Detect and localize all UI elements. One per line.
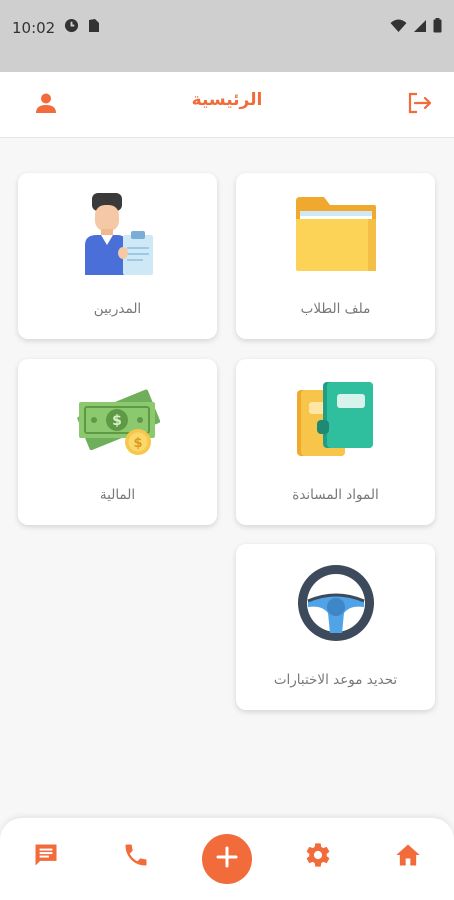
data-saver-icon (64, 18, 79, 37)
home-icon (394, 841, 422, 873)
card-trainers[interactable]: المدربين (18, 173, 217, 339)
nav-settings-button[interactable] (301, 840, 335, 874)
card-materials[interactable]: المواد المساندة (236, 359, 435, 525)
add-icon (216, 846, 238, 872)
app-header: الرئيسية (0, 72, 454, 138)
steering-wheel-icon (294, 561, 378, 649)
trainer-icon (79, 191, 157, 281)
phone-icon (122, 841, 150, 873)
settings-icon (304, 841, 332, 873)
svg-text:$: $ (112, 413, 122, 429)
card-label: ملف الطلاب (300, 301, 371, 317)
card-students[interactable]: ملف الطلاب (236, 173, 435, 339)
card-label: المدربين (93, 301, 142, 317)
bottom-nav (0, 818, 454, 900)
sim-card-icon (88, 18, 100, 37)
status-bar: 10:02 (0, 0, 454, 72)
folder-icon (294, 195, 378, 277)
books-icon (295, 380, 377, 464)
cell-signal-icon (413, 19, 427, 37)
battery-icon (433, 18, 442, 37)
logout-button[interactable] (406, 91, 434, 119)
add-button[interactable] (202, 834, 252, 884)
svg-text:$: $ (133, 436, 142, 451)
nav-phone-button[interactable] (119, 840, 153, 874)
card-label: المالية (99, 487, 136, 503)
card-exams[interactable]: تحديد موعد الاختبارات (236, 544, 435, 710)
nav-home-button[interactable] (391, 840, 425, 874)
chat-icon (32, 841, 60, 873)
status-left: 10:02 (12, 18, 100, 37)
status-right (390, 18, 442, 37)
status-time: 10:02 (12, 18, 56, 37)
card-finance[interactable]: $ $ المالية (18, 359, 217, 525)
card-label: تحديد موعد الاختبارات (273, 672, 398, 688)
card-label: المواد المساندة (292, 487, 379, 503)
money-icon: $ $ (76, 380, 160, 464)
wifi-icon (390, 19, 407, 37)
nav-chat-button[interactable] (29, 840, 63, 874)
logout-icon (407, 91, 433, 119)
page-title: الرئيسية (191, 90, 263, 110)
